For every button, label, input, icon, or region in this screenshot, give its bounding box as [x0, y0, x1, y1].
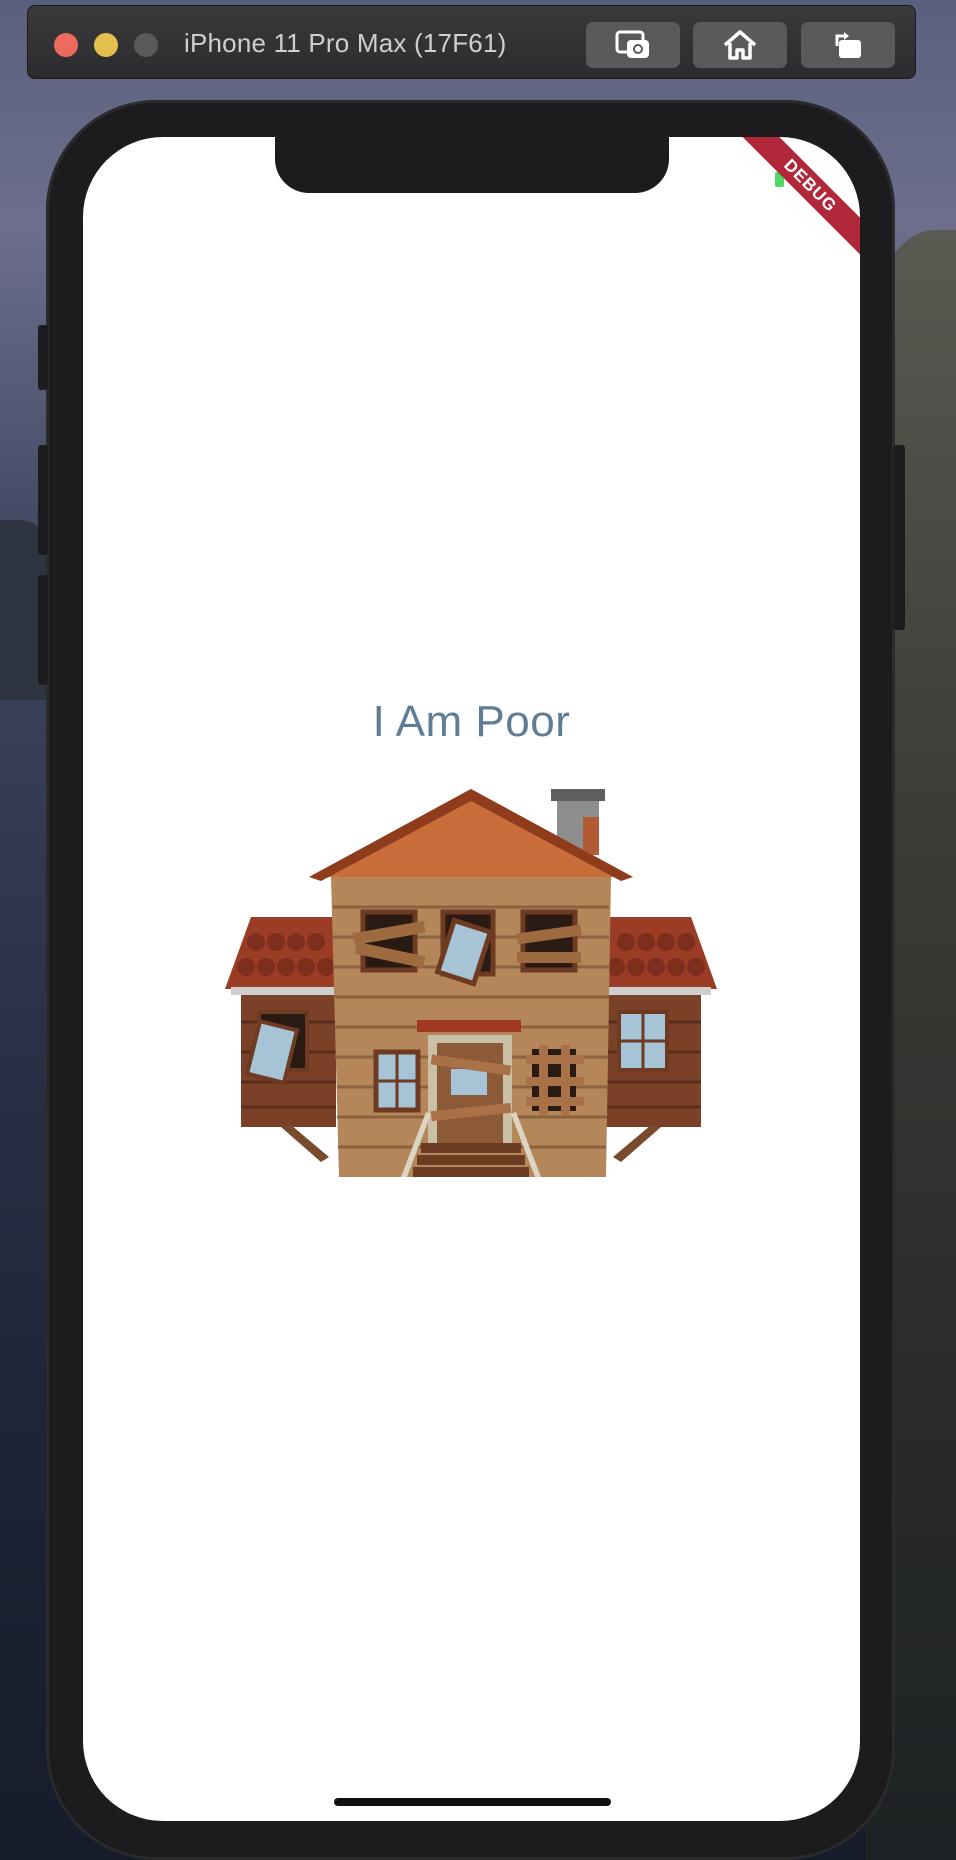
- screenshot-icon: [615, 30, 649, 58]
- close-window-button[interactable]: [54, 33, 78, 57]
- home-icon: [723, 30, 757, 60]
- poor-house-illustration: [225, 789, 717, 1177]
- window-title: iPhone 11 Pro Max (17F61): [184, 28, 507, 58]
- phone-screen: DEBUG I Am Poor: [83, 137, 860, 1821]
- simulator-titlebar: iPhone 11 Pro Max (17F61): [27, 5, 916, 79]
- screenshot-button[interactable]: [586, 22, 680, 68]
- rotate-icon: [835, 32, 861, 58]
- rotate-button[interactable]: [801, 22, 895, 68]
- home-indicator[interactable]: [334, 1798, 611, 1806]
- mute-switch: [38, 325, 48, 390]
- notch: [275, 137, 669, 193]
- app-title: I Am Poor: [372, 697, 571, 746]
- minimize-window-button[interactable]: [94, 33, 118, 57]
- home-button[interactable]: [693, 22, 787, 68]
- volume-up-button: [38, 445, 48, 555]
- volume-down-button: [38, 575, 48, 685]
- zoom-window-button[interactable]: [134, 33, 158, 57]
- power-button: [893, 445, 905, 630]
